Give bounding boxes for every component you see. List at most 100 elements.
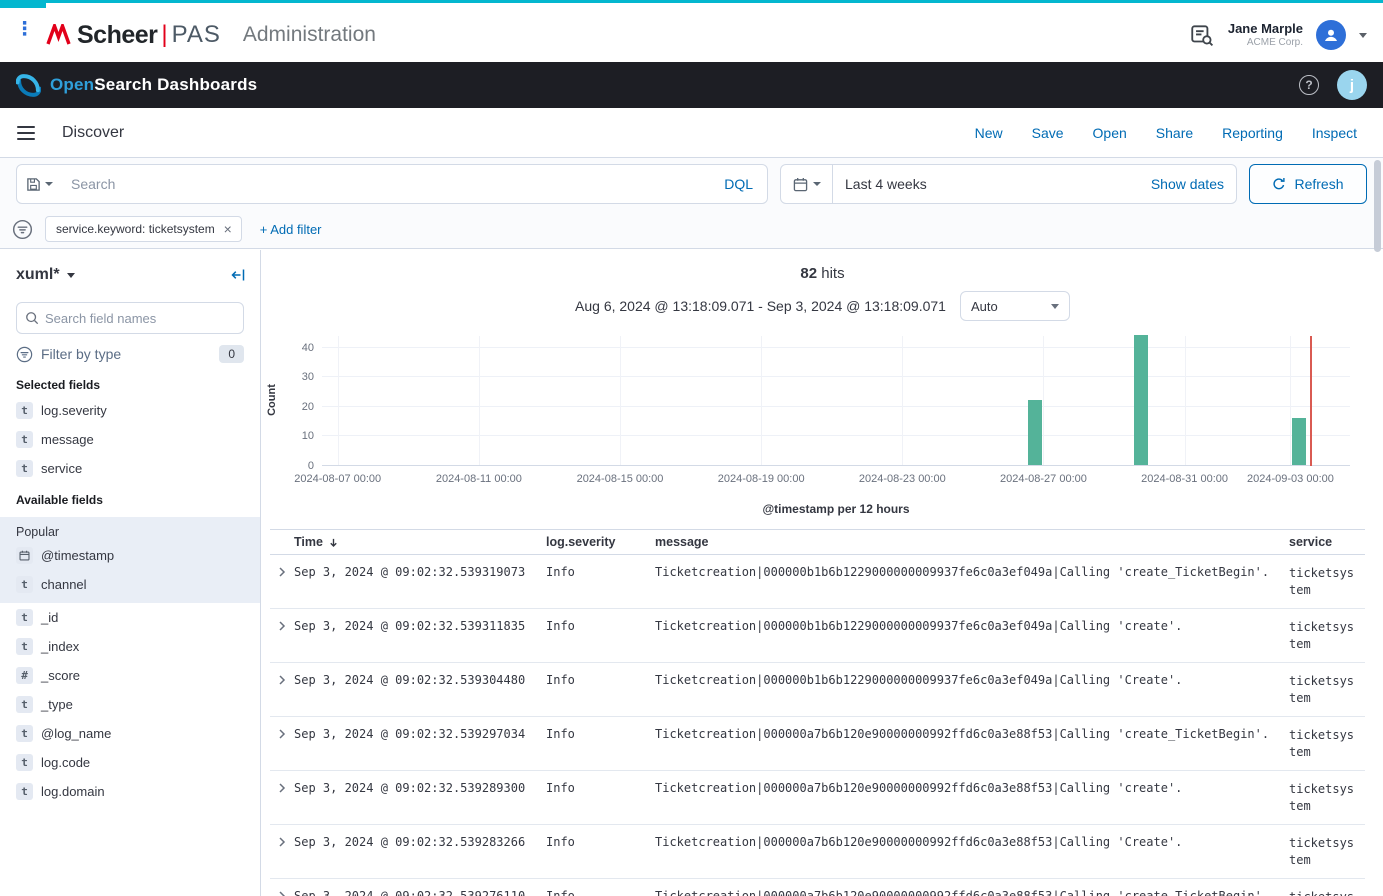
x-tick-label: 2024-08-11 00:00 <box>436 473 522 485</box>
hamburger-menu-icon[interactable] <box>0 108 52 157</box>
string-type-icon: t <box>16 725 33 742</box>
histogram-bar[interactable] <box>1028 400 1042 465</box>
field-item-message[interactable]: tmessage <box>0 425 260 454</box>
nav-link-new[interactable]: New <box>975 125 1003 141</box>
expand-row-icon[interactable] <box>276 890 288 896</box>
histogram-bar[interactable] <box>1134 335 1148 465</box>
cell-time: Sep 3, 2024 @ 09:02:32.539283266 <box>294 835 546 849</box>
expand-row-icon[interactable] <box>276 782 288 794</box>
y-tick-label: 10 <box>302 430 314 442</box>
cell-time: Sep 3, 2024 @ 09:02:32.539289300 <box>294 781 546 795</box>
remove-filter-icon[interactable]: × <box>219 221 237 237</box>
date-picker-calendar-button[interactable] <box>781 165 833 203</box>
nav-link-open[interactable]: Open <box>1093 125 1127 141</box>
collapse-sidebar-icon[interactable] <box>230 267 246 283</box>
string-type-icon: t <box>16 696 33 713</box>
field-item-channel[interactable]: tchannel <box>0 570 260 599</box>
cell-severity: Info <box>546 781 655 795</box>
cell-message: Ticketcreation|000000b1b6b12290000000099… <box>655 619 1289 633</box>
refresh-button[interactable]: Refresh <box>1249 164 1367 204</box>
index-pattern-caret-icon[interactable] <box>67 273 75 278</box>
dql-button[interactable]: DQL <box>710 176 767 192</box>
saved-queries-button[interactable] <box>17 165 61 203</box>
filter-bar: service.keyword: ticketsystem × + Add fi… <box>0 210 1383 249</box>
string-type-icon: t <box>16 460 33 477</box>
string-type-icon: t <box>16 638 33 655</box>
search-unit: DQL <box>16 164 768 204</box>
field-item-log.severity[interactable]: tlog.severity <box>0 396 260 425</box>
interval-select[interactable]: Auto <box>960 291 1070 321</box>
column-header-severity[interactable]: log.severity <box>546 535 655 549</box>
field-name: _type <box>41 697 73 712</box>
time-range-label: Aug 6, 2024 @ 13:18:09.071 - Sep 3, 2024… <box>575 298 946 314</box>
expand-row-icon[interactable] <box>276 836 288 848</box>
index-pattern-selector[interactable]: xuml* <box>16 266 60 284</box>
opensearch-title: OpenSearch Dashboards <box>50 75 257 95</box>
string-type-icon: t <box>16 754 33 771</box>
accent-line <box>0 0 1383 3</box>
filter-pill-service-keyword[interactable]: service.keyword: ticketsystem × <box>45 216 242 242</box>
help-icon[interactable]: ? <box>1299 75 1319 95</box>
user-menu-caret-icon[interactable] <box>1359 33 1367 38</box>
histogram-bar[interactable] <box>1292 418 1306 465</box>
show-dates-link[interactable]: Show dates <box>1151 176 1224 192</box>
popular-header: Popular <box>0 519 260 541</box>
table-row: Sep 3, 2024 @ 09:02:32.539304480InfoTick… <box>270 663 1365 717</box>
brand-scheer: Scheer <box>77 21 157 50</box>
filter-icon[interactable] <box>12 219 33 240</box>
log-search-icon[interactable] <box>1189 22 1215 48</box>
string-type-icon: t <box>16 402 33 419</box>
field-item-_index[interactable]: t_index <box>0 632 260 661</box>
gridline <box>479 336 480 466</box>
field-item-log.domain[interactable]: tlog.domain <box>0 777 260 806</box>
range-row: Aug 6, 2024 @ 13:18:09.071 - Sep 3, 2024… <box>262 291 1383 321</box>
field-item-_id[interactable]: t_id <box>0 603 260 632</box>
column-header-message[interactable]: message <box>655 535 1289 549</box>
string-type-icon: t <box>16 431 33 448</box>
nav-link-share[interactable]: Share <box>1156 125 1193 141</box>
expand-row-icon[interactable] <box>276 566 288 578</box>
search-input[interactable] <box>61 176 710 192</box>
field-item-_score[interactable]: #_score <box>0 661 260 690</box>
field-item-log.code[interactable]: tlog.code <box>0 748 260 777</box>
table-row: Sep 3, 2024 @ 09:02:32.539289300InfoTick… <box>270 771 1365 825</box>
date-range-value[interactable]: Last 4 weeks <box>845 176 927 192</box>
nav-link-inspect[interactable]: Inspect <box>1312 125 1357 141</box>
opensearch-swirl-icon <box>16 73 41 98</box>
expand-row-icon[interactable] <box>276 728 288 740</box>
vertical-scrollbar[interactable] <box>1374 160 1381 252</box>
field-item-service[interactable]: tservice <box>0 454 260 483</box>
gridline <box>1185 336 1186 466</box>
field-search-input[interactable] <box>45 311 235 326</box>
expand-row-icon[interactable] <box>276 620 288 632</box>
add-filter-link[interactable]: + Add filter <box>260 222 322 237</box>
fields-sidebar: xuml* Filter by type 0 Selected fields t… <box>0 250 261 896</box>
y-tick-label: 20 <box>302 401 314 413</box>
nav-link-reporting[interactable]: Reporting <box>1222 125 1283 141</box>
cell-severity: Info <box>546 619 655 633</box>
expand-row-icon[interactable] <box>276 674 288 686</box>
y-axis-title: Count <box>266 384 278 416</box>
table-row: Sep 3, 2024 @ 09:02:32.539311835InfoTick… <box>270 609 1365 663</box>
gridline <box>322 406 1350 407</box>
table-row: Sep 3, 2024 @ 09:02:32.539319073InfoTick… <box>270 555 1365 609</box>
cell-service: ticketsystem <box>1289 889 1365 896</box>
field-item-@timestamp[interactable]: @timestamp <box>0 541 260 570</box>
kebab-menu-icon[interactable]: ⋮ <box>15 20 34 39</box>
column-header-time[interactable]: Time <box>294 535 546 549</box>
page-title: Administration <box>243 23 376 47</box>
field-item-_type[interactable]: t _type <box>0 690 260 719</box>
filter-type-count-badge: 0 <box>219 345 244 363</box>
table-row: Sep 3, 2024 @ 09:02:32.539276110InfoTick… <box>270 879 1365 896</box>
gridline <box>322 376 1350 377</box>
opensearch-logo[interactable]: OpenSearch Dashboards <box>16 73 257 98</box>
column-header-service[interactable]: service <box>1289 533 1365 551</box>
filter-by-type-button[interactable]: Filter by type 0 <box>16 342 244 366</box>
user-avatar[interactable] <box>1316 20 1346 50</box>
string-type-icon: t <box>16 609 33 626</box>
x-axis-title: @timestamp per 12 hours <box>322 502 1350 516</box>
nav-link-save[interactable]: Save <box>1032 125 1064 141</box>
field-item-@log_name[interactable]: t@log_name <box>0 719 260 748</box>
calendar-icon <box>16 547 33 564</box>
osd-user-avatar[interactable]: j <box>1337 70 1367 100</box>
